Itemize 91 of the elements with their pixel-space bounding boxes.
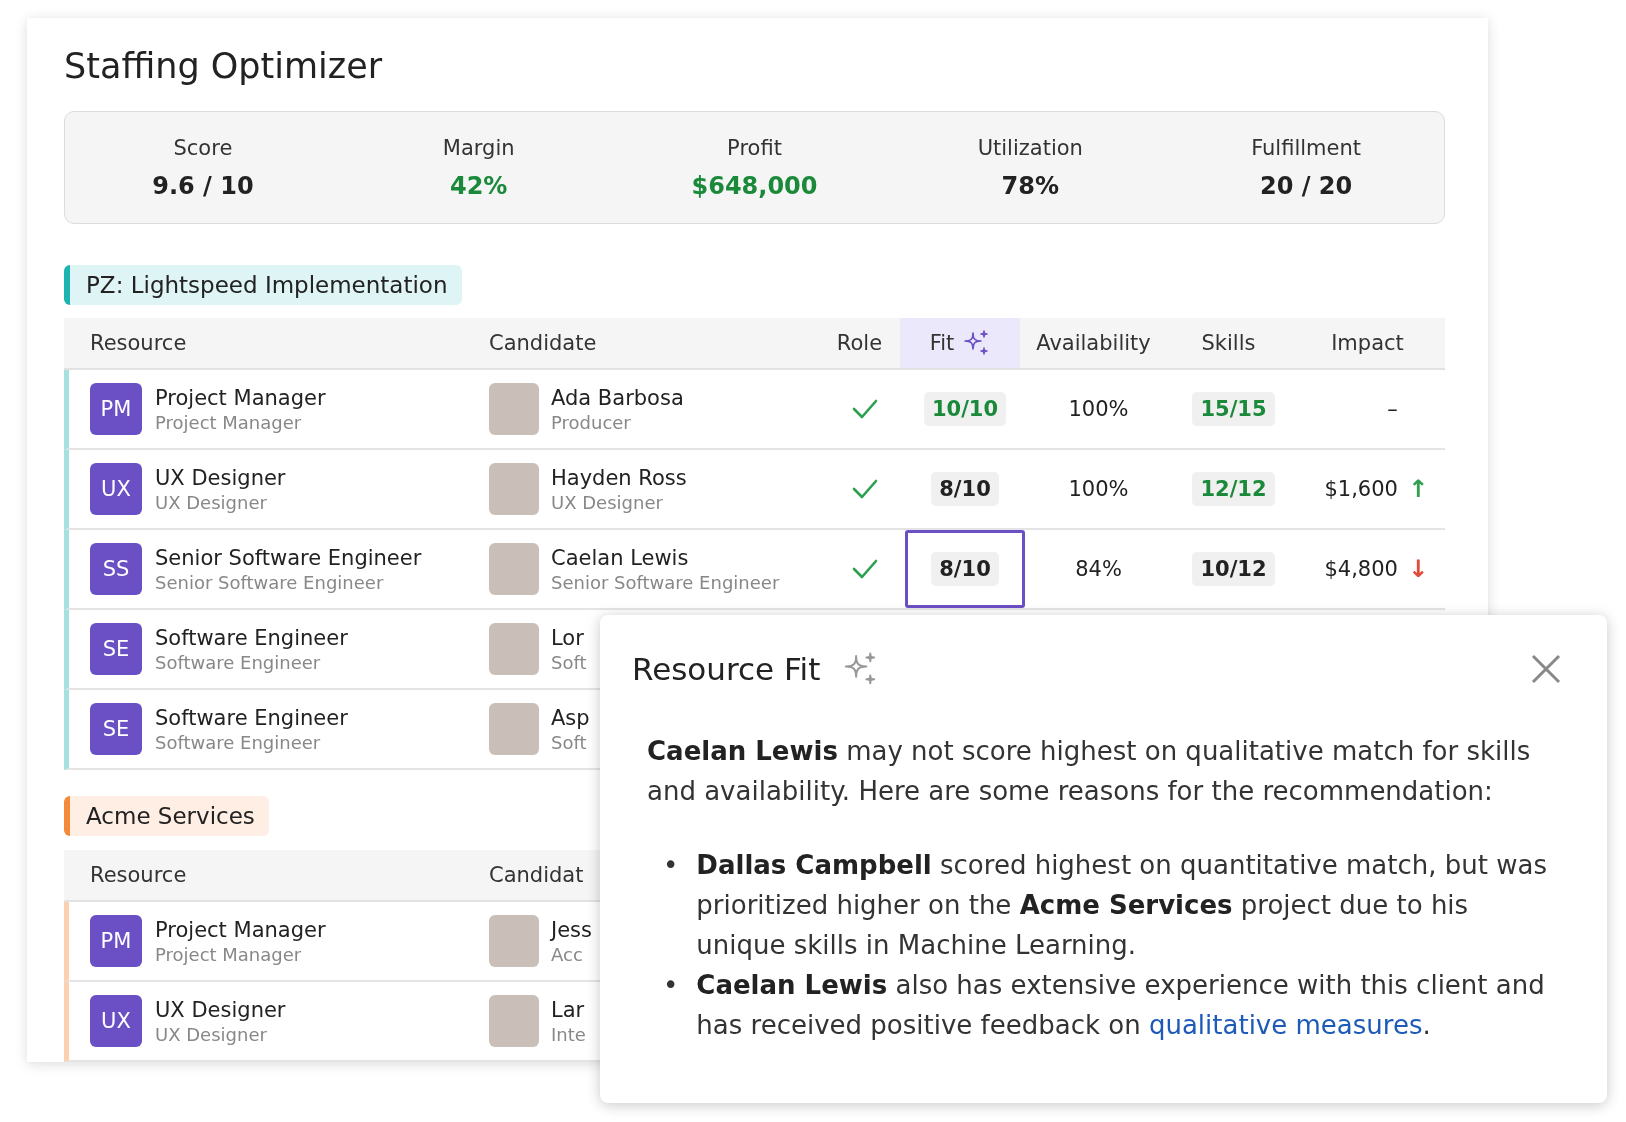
reason-item: Dallas Campbell scored highest on quantitative match, but was prioritized higher on the Acme Services project due to his unique skills in Machine Learning.: [696, 849, 1548, 962]
candidate-role: Soft: [551, 731, 588, 753]
column-header[interactable]: Candidat: [489, 863, 584, 887]
fit-score: 8/10: [931, 472, 999, 506]
candidate-name: Ada Barbosa: [551, 385, 684, 410]
photo-placeholder: [489, 383, 539, 435]
resource-name: UX Designer: [155, 465, 286, 490]
column-header[interactable]: Availability: [1036, 331, 1151, 355]
project-tag: Acme Services: [64, 796, 269, 836]
impact-value: –: [1387, 397, 1398, 421]
photo-placeholder: [489, 995, 539, 1047]
reason-item: Caelan Lewis also has extensive experience with this client and has received positive feedback on qualitative measures.: [696, 969, 1546, 1042]
initials-avatar: PM: [90, 383, 142, 435]
candidate-role: UX Designer: [551, 491, 664, 513]
metric-value: 20 / 20: [1259, 171, 1353, 200]
resource-role: Senior Software Engineer: [155, 571, 385, 593]
sparkle-icon: [962, 329, 991, 357]
candidate-role: Soft: [551, 651, 587, 673]
popup-title: Resource Fit: [632, 651, 821, 687]
metric-label: Utilization: [977, 135, 1083, 160]
fit-score: 10/10: [923, 392, 1007, 426]
column-header[interactable]: Candidate: [489, 331, 597, 355]
candidate-role: Producer: [551, 411, 632, 433]
impact-value: $4,800: [1324, 557, 1398, 581]
skills-score: 15/15: [1192, 392, 1275, 426]
project-tag: PZ: Lightspeed Implementation: [64, 265, 462, 305]
metric-value: 78%: [1001, 171, 1059, 200]
candidate-name: Lar: [551, 997, 586, 1022]
metric-value: $648,000: [691, 171, 818, 200]
availability-value: 84%: [1074, 556, 1123, 583]
column-label: Fit: [929, 331, 955, 355]
resource-role: Project Manager: [155, 943, 303, 965]
photo-placeholder: [489, 543, 539, 595]
column-header[interactable]: Skills: [1201, 331, 1256, 355]
metric-label: Profit: [727, 135, 782, 160]
resource-name: Software Engineer: [155, 705, 348, 730]
initials-avatar: SE: [90, 623, 142, 675]
photo-placeholder: [489, 703, 539, 755]
qualitative-measures-link[interactable]: qualitative measures: [1148, 1010, 1423, 1040]
initials-avatar: UX: [90, 463, 142, 515]
fit-cell[interactable]: 8/10: [905, 450, 1025, 528]
fit-score: 8/10: [931, 552, 999, 586]
fit-cell[interactable]: 8/10: [905, 530, 1025, 608]
trend-arrow: ↑: [1407, 475, 1428, 503]
resource-role: Project Manager: [155, 411, 303, 433]
page-title: Staffing Optimizer: [64, 45, 384, 88]
skills-score: 12/12: [1192, 472, 1275, 506]
resource-name: Project Manager: [155, 385, 326, 410]
bullet-marker: •: [663, 969, 679, 1002]
resource-name: UX Designer: [155, 997, 286, 1022]
candidate-name: Hayden Ross: [551, 465, 687, 490]
initials-avatar: UX: [90, 995, 142, 1047]
metric-value: 9.6 / 10: [152, 171, 254, 200]
candidate-name: Lor: [551, 625, 585, 650]
resource-name: Senior Software Engineer: [155, 545, 422, 570]
metric-label: Margin: [442, 135, 515, 160]
metric-value: 42%: [449, 171, 508, 200]
impact-value: $1,600: [1324, 477, 1398, 501]
candidate-role: Inte: [551, 1023, 586, 1045]
initials-avatar: SE: [90, 703, 142, 755]
candidate-name: Asp: [551, 705, 590, 730]
resource-name: Project Manager: [155, 917, 326, 942]
availability-value: 100%: [1067, 476, 1130, 503]
metric-label: Score: [173, 135, 233, 160]
candidate-name: Jess: [551, 917, 592, 942]
photo-placeholder: [489, 623, 539, 675]
metric-label: Fulfillment: [1251, 135, 1362, 160]
explanation-text: Caelan Lewis may not score highest on qualitative match for skills and availability. Here are some reasons for the recommendation:: [647, 735, 1532, 808]
close-button[interactable]: [1529, 652, 1563, 686]
fit-cell[interactable]: 10/10: [905, 370, 1025, 448]
resource-role: UX Designer: [155, 1023, 268, 1045]
bullet-marker: •: [663, 849, 679, 882]
skills-score: 10/12: [1192, 552, 1275, 586]
initials-avatar: SS: [90, 543, 142, 595]
column-header[interactable]: Fit: [900, 318, 1020, 368]
column-header[interactable]: Resource: [90, 331, 187, 355]
column-header[interactable]: Role: [836, 331, 883, 355]
resource-role: Software Engineer: [155, 651, 322, 673]
candidate-role: Acc: [551, 943, 584, 965]
column-header[interactable]: Resource: [90, 863, 187, 887]
column-header[interactable]: Impact: [1331, 331, 1404, 355]
candidate-role: Senior Software Engineer: [551, 571, 780, 593]
candidate-name: Caelan Lewis: [551, 545, 690, 570]
photo-placeholder: [489, 915, 539, 967]
resource-role: UX Designer: [155, 491, 268, 513]
resource-name: Software Engineer: [155, 625, 348, 650]
resource-role: Software Engineer: [155, 731, 322, 753]
initials-avatar: PM: [90, 915, 142, 967]
availability-value: 100%: [1067, 396, 1130, 423]
photo-placeholder: [489, 463, 539, 515]
trend-arrow: ↓: [1407, 555, 1428, 583]
